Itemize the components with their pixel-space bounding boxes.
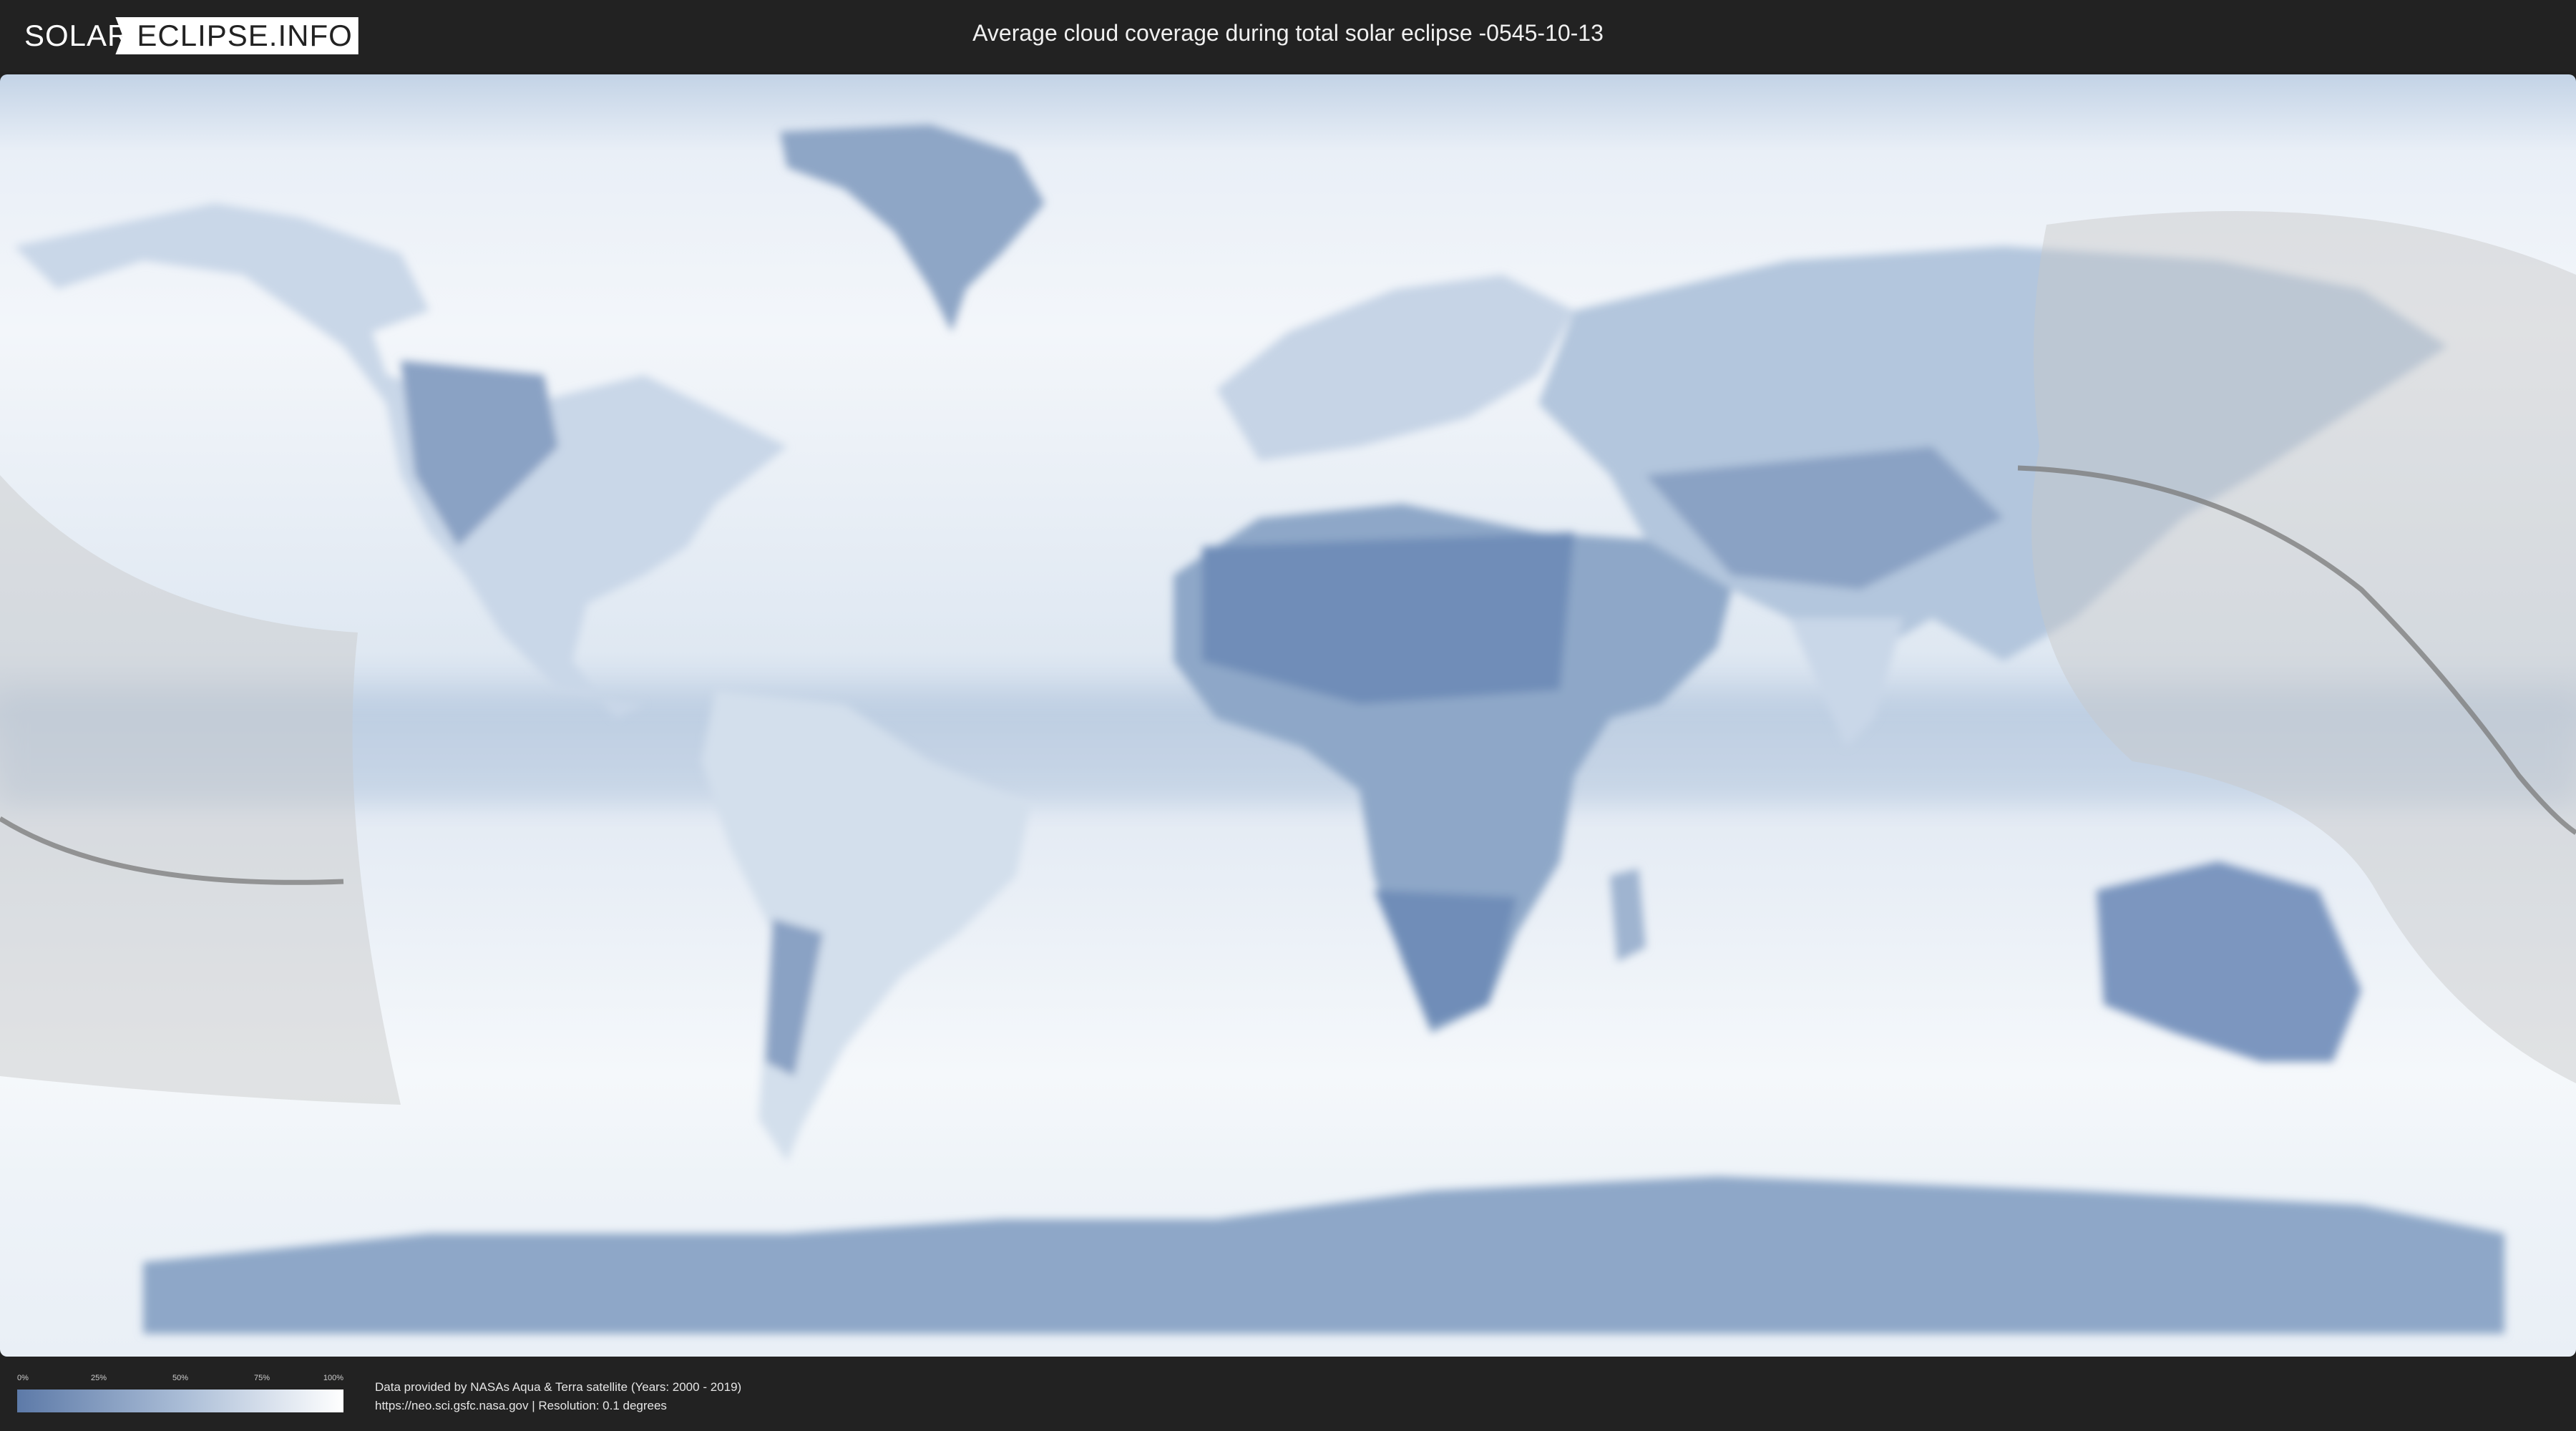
credits-url[interactable]: https://neo.sci.gsfc.nasa.gov | Resoluti… xyxy=(375,1397,741,1415)
credits-source: Data provided by NASAs Aqua & Terra sate… xyxy=(375,1380,742,1394)
legend-tick-100: 100% xyxy=(323,1374,343,1382)
cloud-coverage-map xyxy=(0,74,2576,1357)
header-bar: SOLAR ECLIPSE.INFO Average cloud coverag… xyxy=(0,0,2576,72)
legend-ticks: 0% 25% 50% 75% 100% xyxy=(17,1374,343,1384)
world-map-svg xyxy=(0,74,2576,1357)
legend-tick-50: 50% xyxy=(172,1374,189,1382)
legend-tick-75: 75% xyxy=(253,1374,270,1382)
legend-tick-25: 25% xyxy=(90,1374,107,1382)
data-credits: Data provided by NASAs Aqua & Terra sate… xyxy=(375,1378,741,1415)
legend-tick-0: 0% xyxy=(17,1374,29,1382)
legend-color-bar xyxy=(17,1390,343,1412)
cloud-coverage-legend: 0% 25% 50% 75% 100% xyxy=(17,1374,343,1412)
page-title: Average cloud coverage during total sola… xyxy=(972,20,1604,46)
